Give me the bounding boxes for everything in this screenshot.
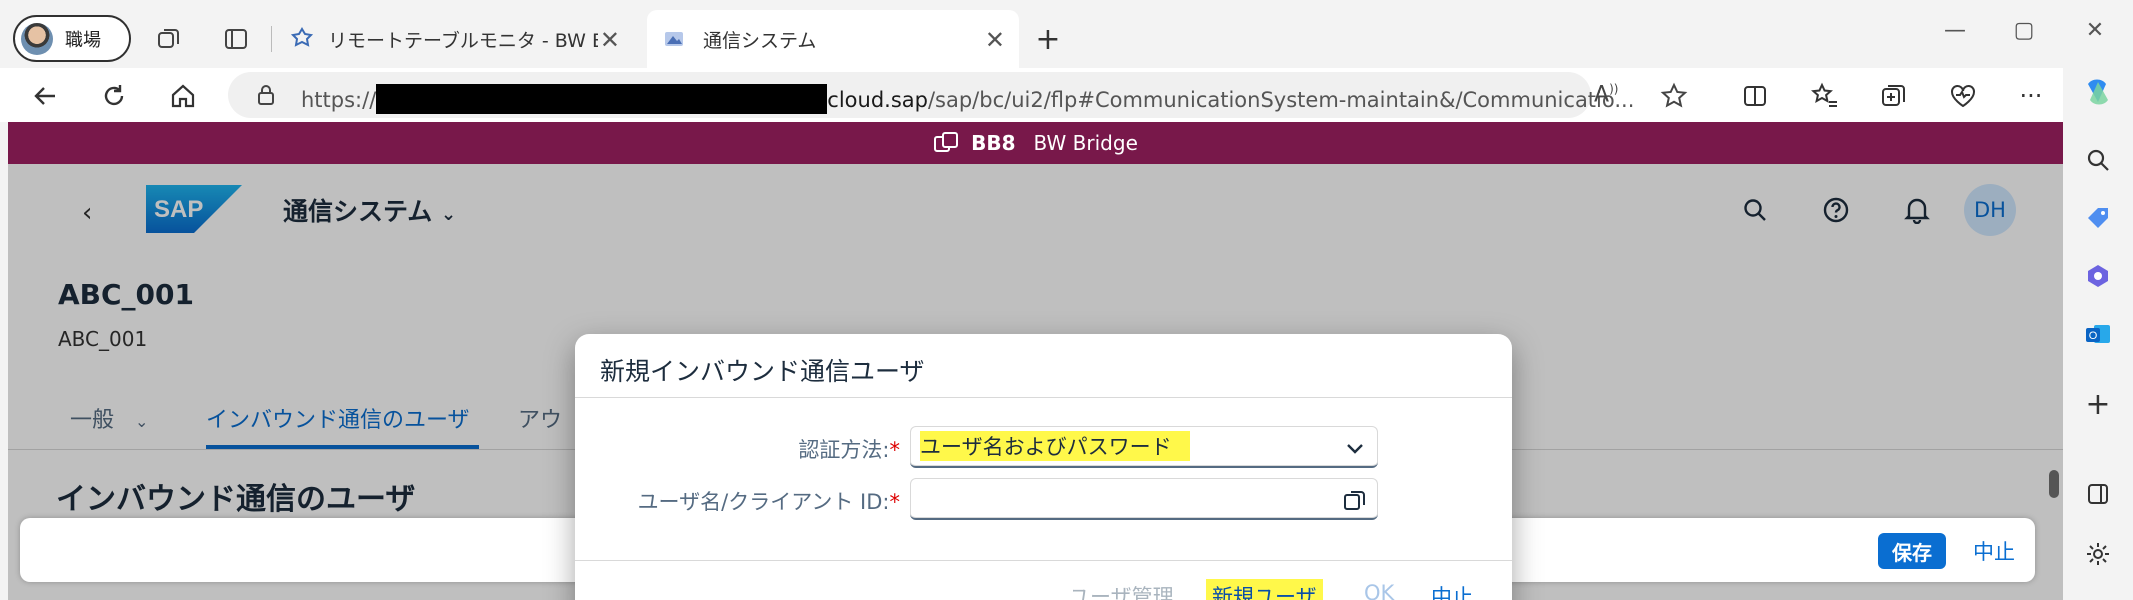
tab-separator xyxy=(271,26,272,52)
search-icon[interactable] xyxy=(2082,144,2114,176)
app-tab-icon xyxy=(665,32,683,46)
divider xyxy=(575,560,1512,561)
edge-sidebar: O + xyxy=(2063,68,2133,600)
tab-actions-icon[interactable] xyxy=(221,24,251,54)
read-aloud-icon[interactable]: A)) xyxy=(1594,82,1618,107)
auth-method-select[interactable]: ユーザ名およびパスワード xyxy=(910,426,1378,468)
maximize-icon[interactable]: ▢ xyxy=(2004,10,2044,50)
tab-title: リモートテーブルモニタ - BW Bridge (S xyxy=(328,29,598,52)
redacted-block xyxy=(376,84,828,114)
home-icon[interactable] xyxy=(165,78,201,114)
user-management-button[interactable]: ユーザ管理 xyxy=(1069,581,1174,600)
collections-icon[interactable] xyxy=(1876,78,1912,114)
profile-avatar xyxy=(21,22,53,55)
ok-button[interactable]: OK xyxy=(1364,581,1394,600)
shopping-tag-icon[interactable] xyxy=(2082,202,2114,234)
new-tab-icon[interactable]: + xyxy=(1033,22,1063,57)
bw-bridge-tab-icon xyxy=(290,27,314,47)
url-text: https://cloud.sap/sap/bc/ui2/flp#Communi… xyxy=(301,84,1634,114)
close-icon[interactable]: ✕ xyxy=(600,26,620,54)
window-close-icon[interactable]: ✕ xyxy=(2075,10,2115,50)
system-name: BW Bridge xyxy=(1033,131,1138,155)
more-options-icon[interactable]: ··· xyxy=(2013,78,2049,114)
chevron-down-icon xyxy=(1347,444,1363,454)
new-user-button[interactable]: 新規ユーザ xyxy=(1206,579,1323,600)
system-switch-icon xyxy=(934,132,959,152)
system-id: BB8 xyxy=(971,131,1016,155)
profile-name: 職場 xyxy=(65,29,101,51)
address-toolbar: https://cloud.sap/sap/bc/ui2/flp#Communi… xyxy=(0,68,2133,122)
m365-icon[interactable] xyxy=(2082,260,2114,292)
hide-sidebar-icon[interactable] xyxy=(2082,478,2114,510)
workspaces-icon[interactable] xyxy=(154,24,184,54)
new-inbound-user-dialog: 新規インバウンド通信ユーザ 認証方法:* ユーザ名およびパスワード ユーザ名/ク… xyxy=(575,334,1512,600)
add-sidebar-app-icon[interactable]: + xyxy=(2082,387,2114,422)
minimize-icon[interactable]: — xyxy=(1935,10,1975,50)
auth-method-label: 認証方法:* xyxy=(798,438,900,462)
url-field[interactable]: https://cloud.sap/sap/bc/ui2/flp#Communi… xyxy=(228,72,1688,118)
auth-method-value: ユーザ名およびパスワード xyxy=(920,431,1190,461)
scrollbar-thumb[interactable] xyxy=(2049,470,2059,498)
tab-remote-table-monitor[interactable]: リモートテーブルモニタ - BW Bridge (S ✕ xyxy=(278,10,634,68)
browser-essentials-icon[interactable] xyxy=(1945,78,1981,114)
value-help-icon[interactable] xyxy=(1342,487,1368,513)
system-bar: BB8 BW Bridge xyxy=(8,122,2063,164)
cancel-button[interactable]: 中止 xyxy=(1973,536,2015,566)
divider xyxy=(575,397,1512,398)
user-name-label: ユーザ名/クライアント ID:* xyxy=(637,490,900,514)
sap-page: BB8 BW Bridge ‹ SAP 通信システム ⌄ DH ABC_001 … xyxy=(8,122,2063,600)
dialog-title: 新規インバウンド通信ユーザ xyxy=(600,357,925,386)
close-icon[interactable]: ✕ xyxy=(985,26,1005,54)
lock-icon xyxy=(258,85,274,105)
browser-tab-bar: 職場 リモートテーブルモニタ - BW Bridge (S ✕ 通信システム ✕… xyxy=(0,0,2133,78)
dialog-cancel-button[interactable]: 中止 xyxy=(1431,581,1473,600)
tab-title: 通信システム xyxy=(703,29,817,52)
tab-communication-system[interactable]: 通信システム ✕ xyxy=(647,10,1019,68)
split-screen-icon[interactable] xyxy=(1737,78,1773,114)
save-button[interactable]: 保存 xyxy=(1878,533,1946,569)
outlook-icon[interactable]: O xyxy=(2082,318,2114,350)
favorites-icon[interactable] xyxy=(1807,78,1843,114)
user-name-input[interactable] xyxy=(910,478,1378,520)
settings-gear-icon[interactable] xyxy=(2082,538,2114,570)
back-icon[interactable] xyxy=(27,78,63,114)
profile-button[interactable]: 職場 xyxy=(13,15,131,62)
svg-text:O: O xyxy=(2089,330,2098,342)
copilot-icon[interactable] xyxy=(2082,76,2114,108)
favorite-star-icon[interactable] xyxy=(1660,82,1688,110)
refresh-icon[interactable] xyxy=(96,78,132,114)
